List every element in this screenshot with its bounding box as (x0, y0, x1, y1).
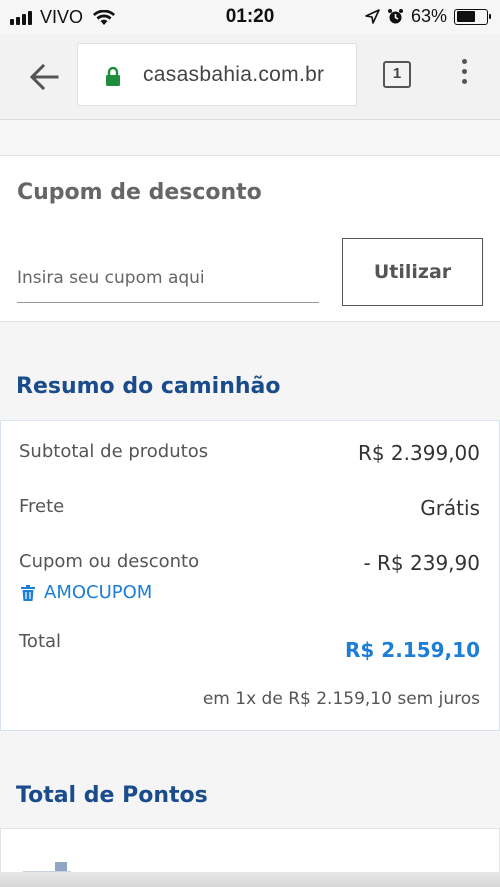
subtotal-value: R$ 2.399,00 (357, 441, 480, 465)
spacer (0, 121, 500, 155)
subtotal-label: Subtotal de produtos (19, 441, 209, 462)
status-bar: VIVO 01:20 63% (0, 0, 500, 34)
overflow-menu-icon[interactable] (456, 59, 472, 89)
tab-switcher-button[interactable]: 1 (383, 61, 411, 88)
browser-toolbar: casasbahia.com.br 1 (0, 34, 500, 120)
summary-title: Resumo do caminhão (16, 374, 281, 399)
coupon-input[interactable] (17, 253, 319, 303)
coupon-section: Cupom de desconto Utilizar (0, 155, 500, 322)
coupon-title: Cupom de desconto (17, 180, 262, 205)
shipping-label: Frete (19, 496, 65, 517)
total-label: Total (19, 631, 62, 652)
points-title: Total de Pontos (16, 783, 208, 808)
coupon-code-text[interactable]: AMOCUPOM (44, 582, 152, 603)
location-arrow-icon (365, 9, 380, 24)
trash-icon[interactable] (21, 584, 35, 601)
alarm-icon (387, 9, 403, 24)
shipping-value: Grátis (420, 496, 480, 520)
lock-icon (106, 66, 120, 86)
total-value: R$ 2.159,10 (345, 638, 480, 662)
battery-icon (454, 8, 491, 25)
summary-card: Subtotal de produtos R$ 2.399,00 Frete G… (0, 420, 500, 731)
installments-text: em 1x de R$ 2.159,10 sem juros (202, 689, 480, 709)
back-arrow-icon[interactable] (27, 60, 61, 94)
address-bar[interactable]: casasbahia.com.br (77, 43, 357, 106)
status-right: 63% (358, 6, 491, 27)
discount-value: - R$ 239,90 (363, 551, 480, 575)
battery-fill (456, 11, 475, 22)
apply-coupon-button[interactable]: Utilizar (342, 238, 483, 306)
url-text[interactable]: casasbahia.com.br (143, 63, 324, 87)
battery-percent: 63% (410, 6, 447, 26)
applied-coupon-link[interactable]: AMOCUPOM (21, 582, 152, 603)
bottom-edge (0, 872, 500, 887)
discount-label: Cupom ou desconto (19, 551, 200, 572)
